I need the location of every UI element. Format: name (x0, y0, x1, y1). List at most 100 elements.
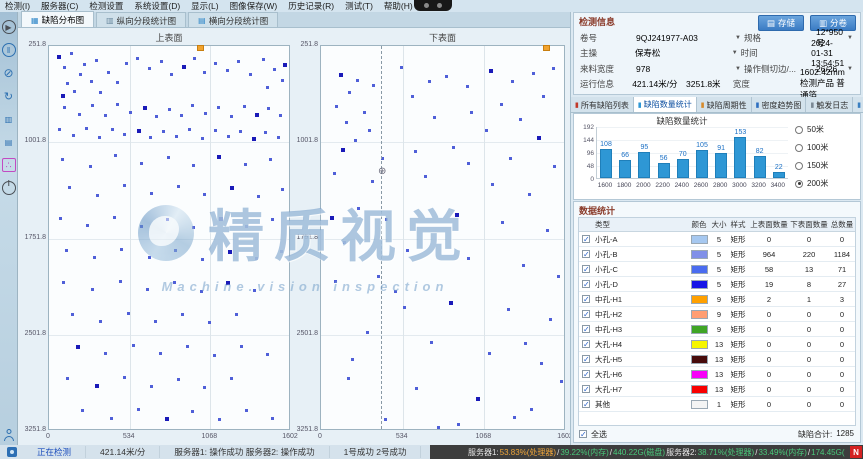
analysis-tab-0[interactable]: ▮所有缺陷列表 (571, 97, 634, 112)
bar-2800[interactable] (715, 153, 727, 178)
defect-point[interactable] (165, 417, 169, 421)
defect-point[interactable] (491, 183, 494, 186)
defect-point[interactable] (271, 417, 274, 420)
defect-point[interactable] (245, 409, 248, 412)
bar-3400[interactable] (773, 172, 785, 178)
row-checkbox[interactable] (582, 400, 590, 408)
defect-point[interactable] (204, 112, 207, 115)
defect-point[interactable] (280, 250, 283, 253)
analysis-tab-4[interactable]: ▮触发日志 (806, 97, 853, 112)
defect-point[interactable] (357, 207, 360, 210)
defect-point[interactable] (66, 377, 69, 380)
menu-item-6[interactable]: 历史记录(R) (288, 0, 334, 12)
defect-point[interactable] (345, 121, 348, 124)
row-checkbox[interactable] (582, 235, 590, 243)
defect-point[interactable] (489, 69, 493, 73)
defect-point[interactable] (457, 423, 460, 426)
report-icon[interactable]: ▤ (2, 135, 16, 149)
refresh-icon[interactable]: ↻ (2, 89, 16, 103)
defect-point[interactable] (341, 148, 345, 152)
defect-point[interactable] (245, 225, 248, 228)
defect-point[interactable] (177, 378, 180, 381)
defect-point[interactable] (549, 318, 552, 321)
defect-point[interactable] (57, 55, 61, 59)
defect-point[interactable] (266, 353, 269, 356)
defect-point[interactable] (267, 107, 270, 110)
defect-point[interactable] (104, 352, 107, 355)
defect-point[interactable] (343, 241, 346, 244)
range-radio-100米[interactable]: 100米 (795, 142, 857, 153)
defect-point[interactable] (262, 58, 265, 61)
defect-point[interactable] (335, 105, 338, 108)
defect-point[interactable] (83, 63, 86, 66)
defect-point[interactable] (424, 175, 427, 178)
defect-point[interactable] (522, 264, 525, 267)
row-checkbox[interactable] (582, 340, 590, 348)
defect-point[interactable] (110, 417, 113, 420)
defect-point[interactable] (149, 136, 152, 139)
defect-point[interactable] (181, 313, 184, 316)
row-checkbox[interactable] (582, 250, 590, 258)
defect-point[interactable] (546, 229, 549, 232)
analysis-tab-1[interactable]: ▮缺陷数量统计 (634, 97, 697, 112)
defect-point[interactable] (192, 164, 195, 167)
bar-2400[interactable] (677, 159, 689, 178)
scatter-plot-surface-bottom[interactable]: ⊕ (320, 45, 565, 430)
defect-point[interactable] (226, 69, 229, 72)
table-row[interactable]: 大孔-H613矩形000 (579, 367, 855, 382)
defect-point[interactable] (127, 312, 130, 315)
defect-point[interactable] (123, 184, 126, 187)
defect-point[interactable] (269, 158, 272, 161)
defect-point[interactable] (228, 250, 232, 254)
view-tab-2[interactable]: ▤横向分段统计图 (188, 12, 278, 27)
defect-point[interactable] (372, 84, 375, 87)
defect-point[interactable] (214, 62, 217, 65)
defect-point[interactable] (257, 195, 260, 198)
range-radio-150米[interactable]: 150米 (795, 160, 857, 171)
defect-point[interactable] (470, 111, 473, 114)
defect-point[interactable] (466, 85, 469, 88)
defect-point[interactable] (227, 135, 230, 138)
defect-point[interactable] (203, 193, 206, 196)
defect-point[interactable] (252, 137, 256, 141)
defect-point[interactable] (455, 213, 459, 217)
defect-point[interactable] (123, 376, 126, 379)
defect-point[interactable] (81, 409, 84, 412)
defect-point[interactable] (485, 129, 488, 132)
menu-item-7[interactable]: 测试(T) (345, 0, 373, 12)
defect-point[interactable] (385, 218, 388, 221)
defect-point[interactable] (162, 130, 165, 133)
defect-point[interactable] (414, 150, 417, 153)
defect-point[interactable] (191, 410, 194, 413)
defect-point[interactable] (560, 380, 563, 383)
range-radio-200米[interactable]: 200米 (795, 178, 857, 189)
row-checkbox[interactable] (582, 325, 590, 333)
defect-point[interactable] (116, 103, 119, 106)
defect-point[interactable] (170, 73, 173, 76)
defect-point[interactable] (330, 216, 334, 220)
defect-point[interactable] (217, 106, 220, 109)
defect-point[interactable] (200, 290, 203, 293)
defect-point[interactable] (104, 114, 107, 117)
defect-point[interactable] (537, 136, 541, 140)
table-row[interactable]: 大孔-H713矩形000 (579, 382, 855, 397)
defect-point[interactable] (114, 154, 117, 157)
defect-point[interactable] (201, 137, 204, 140)
select-all-checkbox[interactable] (579, 430, 587, 438)
defect-point[interactable] (203, 71, 206, 74)
defect-point[interactable] (59, 217, 62, 220)
defect-point[interactable] (107, 71, 110, 74)
row-checkbox[interactable] (582, 280, 590, 288)
defect-point[interactable] (61, 94, 65, 98)
analysis-tab-5[interactable]: ▮相 (853, 97, 863, 112)
defect-point[interactable] (488, 352, 491, 355)
defect-point[interactable] (366, 331, 369, 334)
view-tab-0[interactable]: ▦缺陷分布图 (21, 11, 94, 27)
defect-point[interactable] (437, 426, 440, 429)
bar-3200[interactable] (754, 156, 766, 178)
defect-point[interactable] (333, 172, 336, 175)
defect-point[interactable] (363, 111, 366, 114)
defect-point[interactable] (237, 60, 240, 63)
defect-point[interactable] (58, 128, 61, 131)
defect-point[interactable] (143, 106, 147, 110)
